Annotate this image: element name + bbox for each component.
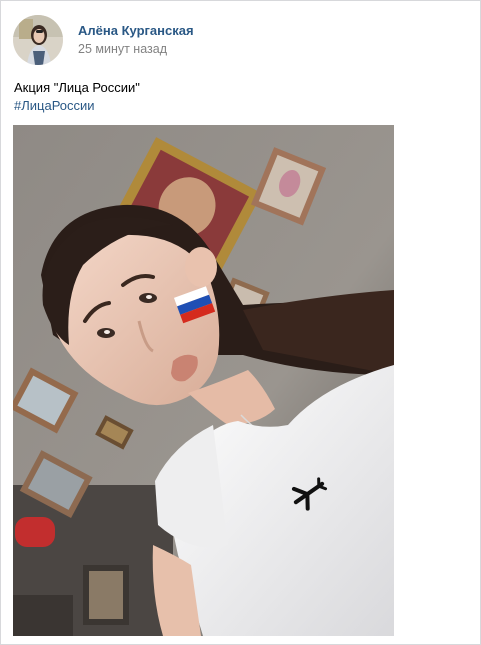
user-avatar-icon bbox=[13, 15, 63, 65]
author-name-link[interactable]: Алёна Курганская bbox=[78, 23, 194, 38]
post-text: Акция "Лица России" bbox=[14, 80, 140, 95]
post-photo[interactable] bbox=[13, 125, 394, 636]
selfie-photo-illustration bbox=[13, 125, 394, 636]
post-timestamp[interactable]: 25 минут назад bbox=[78, 42, 167, 56]
post-card: Алёна Курганская 25 минут назад Акция "Л… bbox=[0, 0, 481, 645]
post-hashtag-link[interactable]: #ЛицаРоссии bbox=[14, 98, 95, 113]
author-avatar[interactable] bbox=[13, 15, 63, 65]
